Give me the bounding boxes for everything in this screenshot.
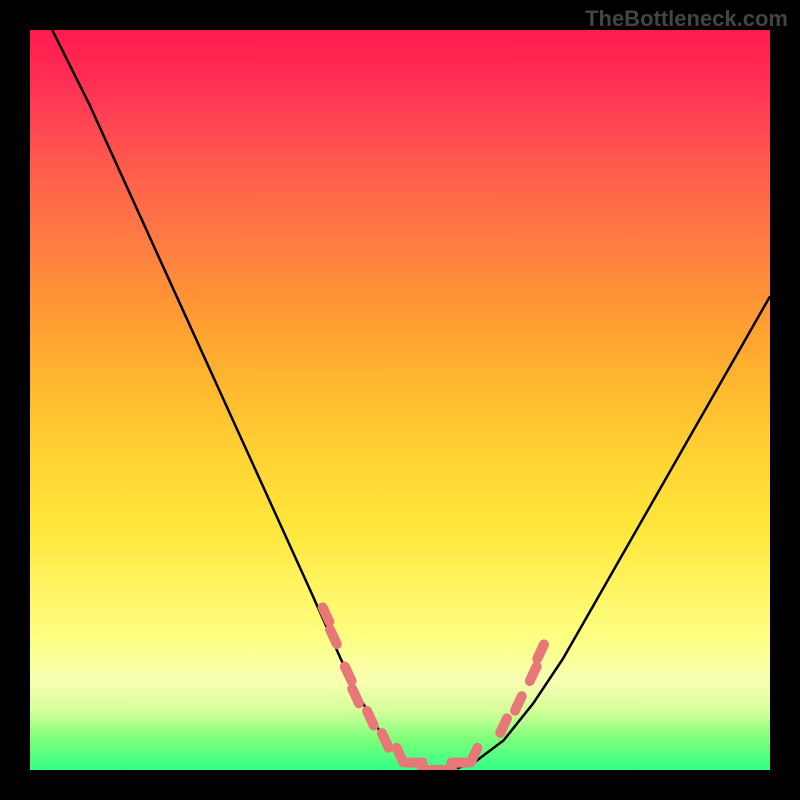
curve-markers xyxy=(316,601,551,770)
marker-point xyxy=(338,660,358,688)
marker-point xyxy=(494,712,514,740)
marker-point xyxy=(464,741,484,769)
chart-plot-area xyxy=(30,30,770,770)
bottleneck-curve xyxy=(52,30,770,770)
marker-point xyxy=(360,704,380,732)
marker-point xyxy=(316,601,336,629)
marker-point xyxy=(531,638,551,666)
marker-point xyxy=(523,660,543,688)
marker-point xyxy=(346,682,366,710)
curve-svg xyxy=(30,30,770,770)
marker-point xyxy=(323,623,343,651)
curve-lines xyxy=(52,30,770,770)
watermark-text: TheBottleneck.com xyxy=(585,6,788,32)
